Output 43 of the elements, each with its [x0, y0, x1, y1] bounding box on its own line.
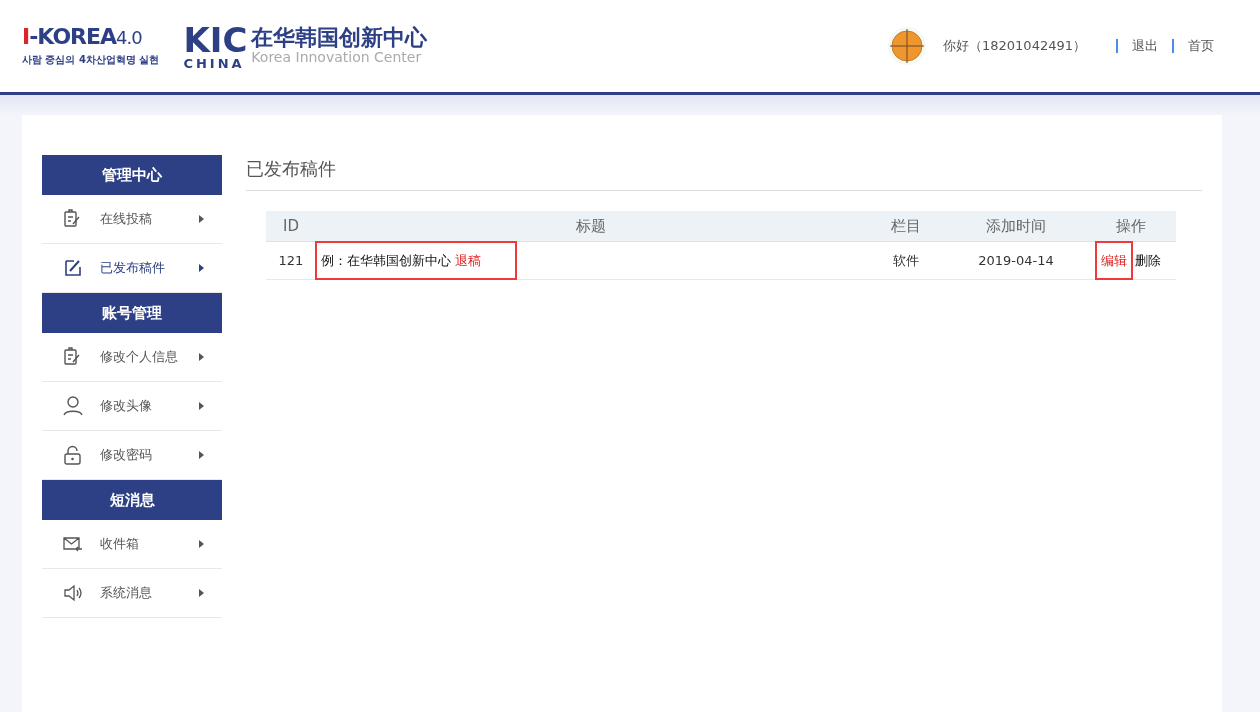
sidebar-item[interactable]: 在线投稿: [42, 195, 222, 244]
caret-icon: [199, 540, 204, 548]
center-name-english: Korea Innovation Center: [251, 50, 423, 66]
logo-tagline: 사람 중심의 4차산업혁명 실현: [22, 52, 160, 67]
avatar-icon: [887, 26, 927, 66]
action-link[interactable]: 删除: [1131, 242, 1165, 278]
edit-icon: [62, 257, 84, 279]
header-link[interactable]: 首页: [1188, 36, 1214, 56]
divider: [1116, 39, 1118, 53]
page-title: 已发布稿件: [246, 155, 1202, 191]
divider: [1172, 39, 1174, 53]
caret-icon: [199, 264, 204, 272]
sidebar-item[interactable]: 收件箱: [42, 520, 222, 569]
logo-text: I-KOREA4.0: [22, 23, 142, 49]
caret-icon: [199, 451, 204, 459]
table-cell: 121: [266, 241, 316, 280]
column-header: ID: [266, 211, 316, 241]
column-header: 添加时间: [946, 211, 1086, 241]
greeting-text: 你好（18201042491）: [943, 37, 1086, 56]
column-header: 标题: [316, 211, 866, 241]
column-header: 栏目: [866, 211, 946, 241]
table-cell: 软件: [866, 241, 946, 280]
action-link[interactable]: 编辑: [1097, 242, 1131, 278]
sidebar-item[interactable]: 修改个人信息: [42, 333, 222, 382]
user-icon: [62, 395, 84, 417]
sidebar-section-header: 短消息: [42, 480, 222, 520]
sidebar-item[interactable]: 修改头像: [42, 382, 222, 431]
caret-icon: [199, 215, 204, 223]
caret-icon: [199, 402, 204, 410]
caret-icon: [199, 353, 204, 361]
sidebar-section-header: 账号管理: [42, 293, 222, 333]
speaker-icon: [62, 582, 84, 604]
column-header: 操作: [1086, 211, 1176, 241]
sidebar-section-header: 管理中心: [42, 155, 222, 195]
sidebar-item[interactable]: 系统消息: [42, 569, 222, 618]
lock-icon: [62, 444, 84, 466]
title-cell: 例：在华韩国创新中心 退稿: [317, 242, 515, 278]
caret-icon: [199, 589, 204, 597]
table-cell: 2019-04-14: [946, 241, 1086, 280]
kic-logo-text: KIC: [183, 22, 248, 57]
logo-text: CHINA: [183, 56, 246, 70]
header-link[interactable]: 退出: [1132, 36, 1158, 56]
center-name: 在华韩国创新中心: [251, 26, 428, 51]
